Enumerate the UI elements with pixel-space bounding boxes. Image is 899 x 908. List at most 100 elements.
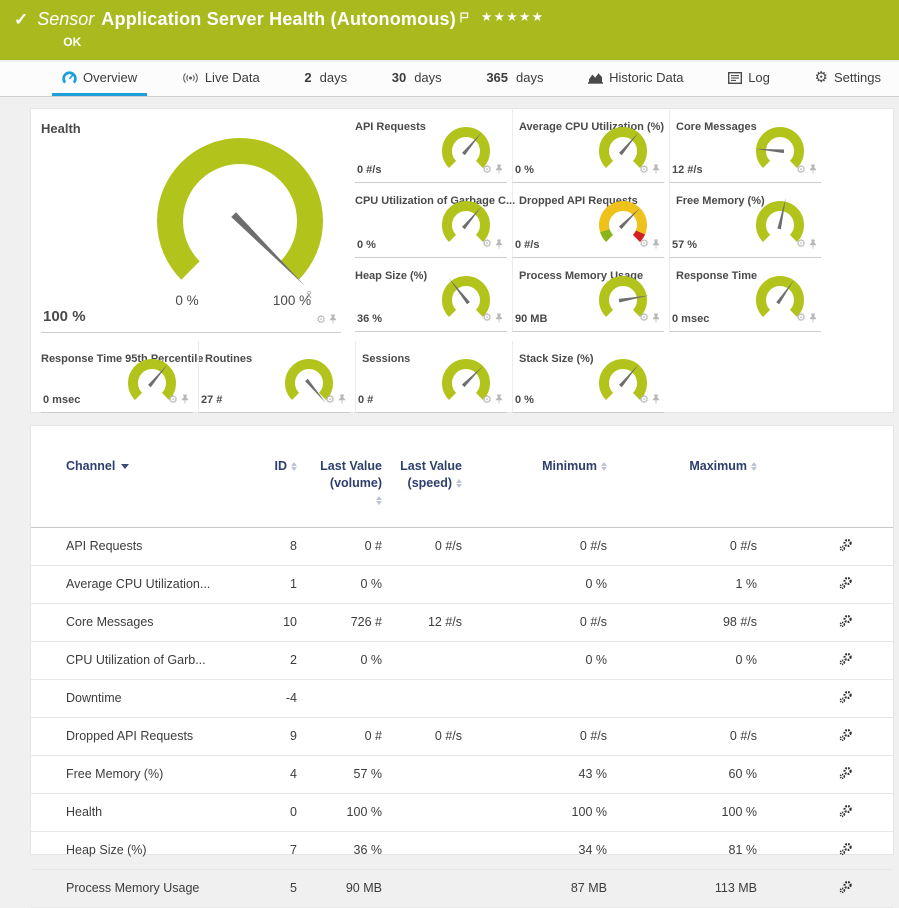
tile-gear-icon[interactable]: ⚙ [639,395,649,406]
tab-historic-data[interactable]: Historic Data [578,62,693,96]
gauge-scale-max: 100 % [273,293,311,308]
tile-gear-icon[interactable]: ⚙ [482,165,492,176]
column-header-id[interactable]: ID [231,456,301,527]
channel-settings-icon[interactable] [839,652,853,669]
tab-2-days[interactable]: 2days [294,62,357,96]
channel-name-cell: Downtime [31,679,231,717]
tile-pin-icon[interactable] [809,236,817,254]
last-value-volume-cell: 0 % [301,565,386,603]
tile-pin-icon[interactable] [495,310,503,328]
tab-label: days [320,70,347,85]
tile-pin-icon[interactable] [338,391,346,409]
tab-log[interactable]: Log [718,62,780,96]
column-header-maximum[interactable]: Maximum [611,456,761,527]
tile-pin-icon[interactable] [652,161,660,179]
gauge-tile[interactable]: Process Memory Usage90 MB⚙ [512,258,664,332]
minimum-cell: 87 MB [466,869,611,907]
tile-pin-icon[interactable] [652,391,660,409]
table-row[interactable]: Average CPU Utilization...10 %0 %1 % [31,565,893,603]
tile-gear-icon[interactable]: ⚙ [639,313,649,324]
channel-settings-icon[interactable] [839,728,853,745]
column-header-minimum[interactable]: Minimum [466,456,611,527]
gauge-tile[interactable]: Response Time0 msec⚙ [669,258,821,332]
channel-name-cell: Free Memory (%) [31,755,231,793]
tile-action-icons: ⚙ [482,310,503,328]
tile-gear-icon[interactable]: ⚙ [796,313,806,324]
tile-pin-icon[interactable] [495,391,503,409]
channel-settings-icon[interactable] [839,804,853,821]
gauges-panel: Health x̄0 %100 % 100 % ⚙ API Requests0 … [30,108,894,413]
tile-pin-icon[interactable] [809,310,817,328]
table-row[interactable]: Free Memory (%)457 %43 %60 % [31,755,893,793]
tile-pin-icon[interactable] [652,236,660,254]
table-row[interactable]: Heap Size (%)736 %34 %81 % [31,831,893,869]
health-gauge-tile[interactable]: Health x̄0 %100 % 100 % ⚙ [41,109,341,333]
tile-gear-icon[interactable]: ⚙ [316,315,326,326]
gauge-tile[interactable]: CPU Utilization of Garbage C...0 %⚙ [355,183,507,257]
gauge-tile[interactable]: Stack Size (%)0 %⚙ [512,341,664,413]
channel-name-cell: Heap Size (%) [31,831,231,869]
tab-365-days[interactable]: 365days [476,62,553,96]
status-check-icon: ✓ [14,10,28,60]
table-row[interactable]: Downtime-4 [31,679,893,717]
column-header-last_speed[interactable]: Last Value(speed) [386,456,466,527]
channel-settings-icon[interactable] [839,614,853,631]
tile-gear-icon[interactable]: ⚙ [796,239,806,250]
tile-gear-icon[interactable]: ⚙ [168,395,178,406]
gauge-tile[interactable]: Heap Size (%)36 %⚙ [355,258,507,332]
channel-settings-icon[interactable] [839,842,853,859]
last-value-speed-cell [386,831,466,869]
tile-gear-icon[interactable]: ⚙ [482,395,492,406]
gauge-tile[interactable]: Dropped API Requests0 #/s⚙ [512,183,664,257]
tile-pin-icon[interactable] [495,236,503,254]
channel-id-cell: 1 [231,565,301,603]
tab-30-days[interactable]: 30days [382,62,452,96]
gauge-tile[interactable]: Routines27 #⚙ [198,341,350,413]
tile-action-icons: ⚙ [639,310,660,328]
gauge-tile[interactable]: Free Memory (%)57 %⚙ [669,183,821,257]
tile-pin-icon[interactable] [809,161,817,179]
tile-pin-icon[interactable] [181,391,189,409]
channel-name-cell: Dropped API Requests [31,717,231,755]
channel-settings-icon[interactable] [839,880,853,897]
tile-gear-icon[interactable]: ⚙ [482,239,492,250]
table-row[interactable]: CPU Utilization of Garb...20 %0 %0 % [31,641,893,679]
column-header-last_volume[interactable]: Last Value(volume) [301,456,386,527]
gauges-top-area: Health x̄0 %100 % 100 % ⚙ API Requests0 … [41,109,893,333]
gauge-tile[interactable]: API Requests0 #/s⚙ [355,109,507,183]
health-gauge: x̄0 %100 % [125,123,355,318]
table-row[interactable]: API Requests80 #0 #/s0 #/s0 #/s [31,527,893,565]
gauge-tile[interactable]: Response Time 95th Percentile0 msec⚙ [41,341,193,413]
column-header-channel[interactable]: Channel [31,456,231,527]
table-row[interactable]: Dropped API Requests90 #0 #/s0 #/s0 #/s [31,717,893,755]
mini-gauge-bottom-row: Response Time 95th Percentile0 msec⚙Rout… [41,341,893,413]
tab-settings[interactable]: ⚙Settings [805,62,891,96]
priority-flag-icon[interactable] [460,10,469,28]
priority-stars[interactable]: ★★★★★ [481,9,545,24]
tile-gear-icon[interactable]: ⚙ [639,239,649,250]
gauge-tile[interactable]: Average CPU Utilization (%)0 %⚙ [512,109,664,183]
channel-settings-icon[interactable] [839,766,853,783]
tile-gear-icon[interactable]: ⚙ [482,313,492,324]
tab-overview[interactable]: Overview [52,62,147,96]
tile-action-icons: ⚙ [482,161,503,179]
tile-gear-icon[interactable]: ⚙ [796,165,806,176]
table-row[interactable]: Process Memory Usage590 MB87 MB113 MB [31,869,893,907]
table-row[interactable]: Health0100 %100 %100 % [31,793,893,831]
gauge-tile[interactable]: Core Messages12 #/s⚙ [669,109,821,183]
tile-gear-icon[interactable]: ⚙ [639,165,649,176]
last-value-speed-cell [386,679,466,717]
maximum-cell: 0 % [611,641,761,679]
gauge-tile[interactable]: Sessions0 #⚙ [355,341,507,413]
channel-settings-icon[interactable] [839,690,853,707]
tile-pin-icon[interactable] [652,310,660,328]
channel-settings-icon[interactable] [839,576,853,593]
maximum-cell: 60 % [611,755,761,793]
tile-gear-icon[interactable]: ⚙ [325,395,335,406]
tile-pin-icon[interactable] [329,311,337,329]
tile-pin-icon[interactable] [495,161,503,179]
maximum-cell: 98 #/s [611,603,761,641]
tab-live-data[interactable]: Live Data [172,62,270,96]
table-row[interactable]: Core Messages10726 #12 #/s0 #/s98 #/s [31,603,893,641]
channel-settings-icon[interactable] [839,538,853,555]
